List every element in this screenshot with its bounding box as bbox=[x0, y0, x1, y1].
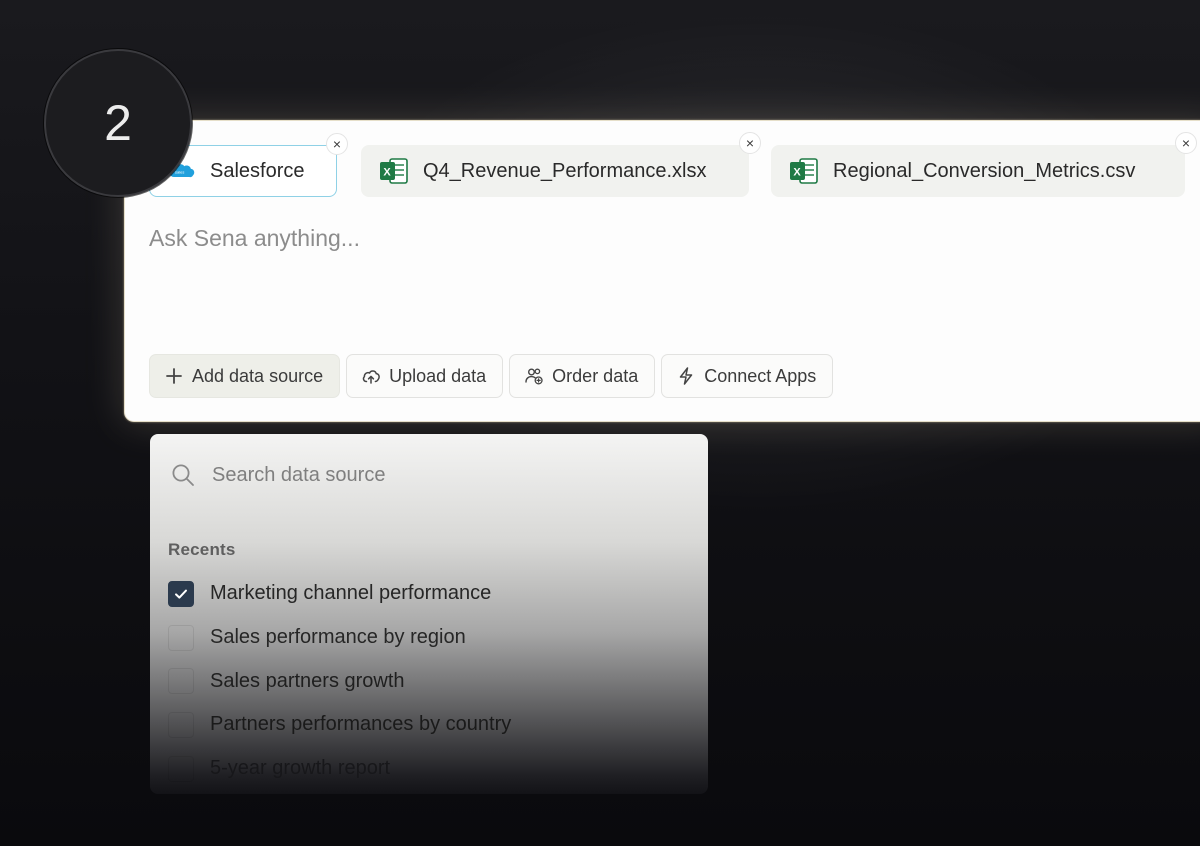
button-label: Connect Apps bbox=[704, 365, 817, 386]
svg-text:sales: sales bbox=[175, 170, 184, 175]
add-data-source-button[interactable]: Add data source bbox=[149, 354, 341, 398]
upload-data-button[interactable]: Upload data bbox=[346, 354, 504, 398]
chip-label: Q4_Revenue_Performance.xlsx bbox=[423, 159, 707, 182]
recents-heading: Recents bbox=[168, 540, 236, 559]
list-item[interactable]: 5-year growth report bbox=[168, 747, 511, 791]
excel-icon: X bbox=[789, 157, 819, 185]
checkbox[interactable] bbox=[168, 755, 194, 782]
composer-actions: Add data source Upload data Order data C… bbox=[149, 354, 834, 398]
list-item[interactable]: Sales performance by region bbox=[168, 616, 511, 660]
chip-label: Salesforce bbox=[210, 159, 305, 182]
attached-file-chip-regional-conversion[interactable]: X Regional_Conversion_Metrics.csv × bbox=[771, 132, 1197, 197]
list-item-label: Sales partners growth bbox=[210, 669, 405, 692]
button-label: Add data source bbox=[192, 365, 324, 386]
remove-chip-close-icon[interactable]: × bbox=[326, 133, 348, 155]
list-item[interactable]: Sales partners growth bbox=[168, 659, 511, 703]
recents-list: Marketing channel performance Sales perf… bbox=[168, 572, 511, 790]
checkmark-icon bbox=[175, 589, 187, 599]
search-data-source-input[interactable] bbox=[212, 463, 632, 487]
button-label: Order data bbox=[552, 365, 639, 386]
remove-chip-close-icon[interactable]: × bbox=[739, 132, 761, 154]
chip-label: Regional_Conversion_Metrics.csv bbox=[833, 159, 1136, 182]
cloud-upload-icon bbox=[361, 366, 381, 386]
list-item[interactable]: Partners performances by country bbox=[168, 703, 511, 747]
list-item-label: Marketing channel performance bbox=[210, 582, 492, 605]
svg-text:X: X bbox=[383, 167, 391, 179]
step-number-badge: 2 bbox=[44, 49, 192, 197]
remove-chip-close-icon[interactable]: × bbox=[1175, 132, 1197, 154]
order-data-button[interactable]: Order data bbox=[509, 354, 656, 398]
list-item-label: Partners performances by country bbox=[210, 713, 512, 736]
prompt-input[interactable] bbox=[149, 225, 1049, 252]
search-icon bbox=[170, 462, 196, 488]
plus-icon bbox=[164, 366, 184, 386]
svg-text:X: X bbox=[793, 167, 801, 179]
users-icon bbox=[524, 366, 544, 386]
list-item-label: Sales performance by region bbox=[210, 626, 466, 649]
checkbox-checked[interactable] bbox=[168, 580, 194, 607]
checkbox[interactable] bbox=[168, 624, 194, 651]
excel-icon: X bbox=[379, 157, 409, 185]
data-source-dropdown: Recents Marketing channel performance Sa… bbox=[150, 434, 708, 794]
attached-file-chip-q4-revenue[interactable]: X Q4_Revenue_Performance.xlsx × bbox=[361, 132, 761, 197]
connect-apps-button[interactable]: Connect Apps bbox=[661, 354, 834, 398]
lightning-icon bbox=[676, 366, 696, 386]
checkbox[interactable] bbox=[168, 668, 194, 695]
list-item-label: 5-year growth report bbox=[210, 757, 391, 780]
checkbox[interactable] bbox=[168, 711, 194, 738]
dropdown-search bbox=[170, 462, 632, 488]
prompt-composer: sales Salesforce × X Q4_Revenue_Performa… bbox=[124, 120, 1200, 422]
list-item[interactable]: Marketing channel performance bbox=[168, 572, 511, 616]
button-label: Upload data bbox=[389, 365, 487, 386]
